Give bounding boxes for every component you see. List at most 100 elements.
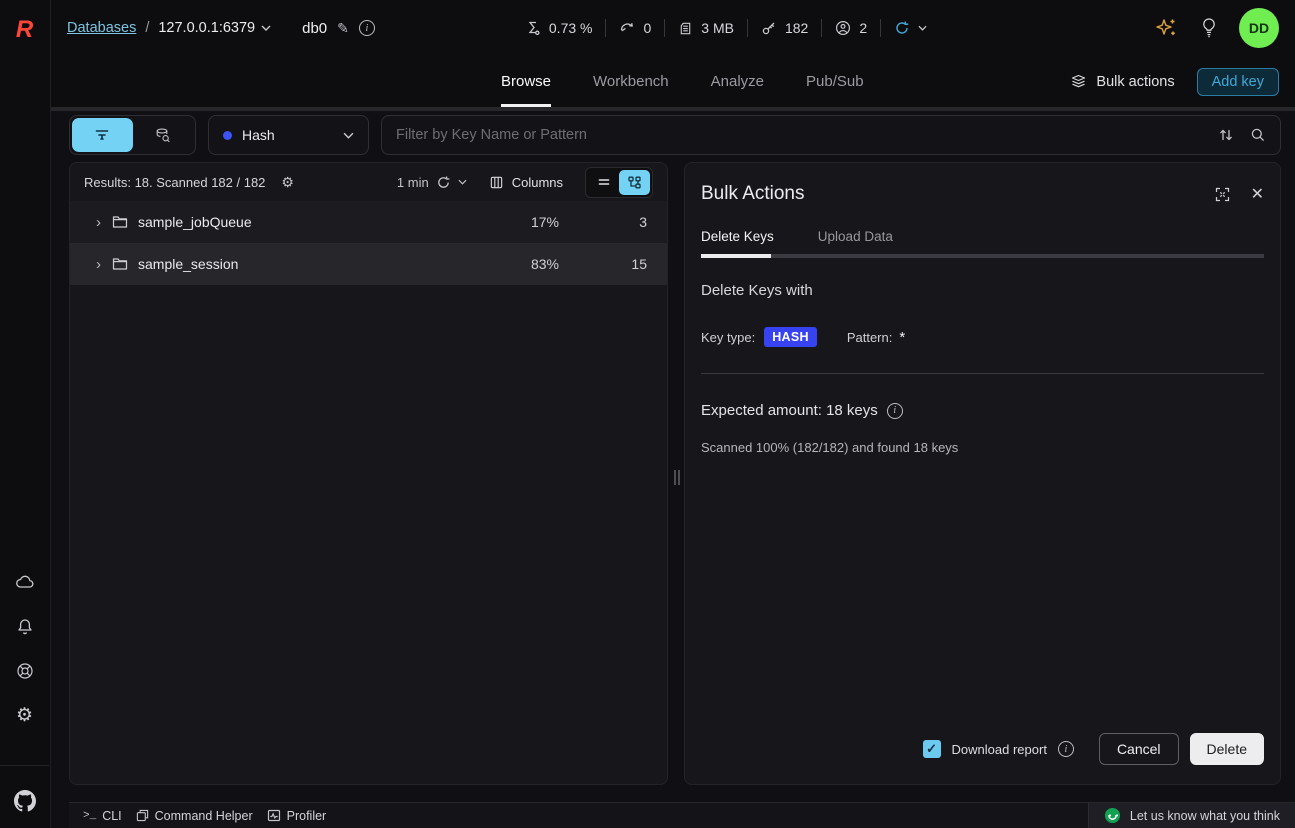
breadcrumb: Databases / 127.0.0.1:6379 db0 ✎ i [67, 20, 375, 37]
cloud-icon[interactable] [14, 572, 36, 594]
memory-icon [678, 21, 693, 36]
feedback-link[interactable]: Let us know what you think [1088, 803, 1295, 828]
chevron-down-icon [458, 179, 467, 185]
search-mode-toggle [69, 115, 196, 155]
download-report-info-icon[interactable]: i [1058, 741, 1074, 757]
settings-gear-icon[interactable]: ⚙ [14, 704, 36, 726]
tab-analyze[interactable]: Analyze [711, 56, 764, 107]
filter-bar: Hash [69, 115, 1281, 155]
profiler-button[interactable]: Profiler [267, 809, 327, 823]
key-type-selected: Hash [242, 127, 275, 143]
cli-button[interactable]: >_ CLI [83, 809, 122, 823]
tab-pubsub[interactable]: Pub/Sub [806, 56, 864, 107]
scan-settings-gear-icon[interactable]: ⚙ [281, 174, 294, 191]
tab-upload-data[interactable]: Upload Data [818, 229, 893, 244]
db-info-icon[interactable]: i [359, 20, 375, 36]
nav-tab-bar: Browse Workbench Analyze Pub/Sub Bulk ac… [51, 56, 1295, 111]
pattern-label: Pattern: [847, 330, 893, 345]
list-view-icon [597, 175, 611, 189]
panel-resize-handle[interactable] [673, 467, 681, 487]
close-icon[interactable]: ✕ [1251, 184, 1264, 204]
user-icon [835, 20, 851, 36]
download-report-checkbox[interactable]: ✓ [923, 740, 941, 758]
delete-button[interactable]: Delete [1190, 733, 1264, 765]
key-namespace-count: 3 [617, 214, 647, 230]
clients-stat: 2 [835, 20, 867, 36]
refresh-stats[interactable] [894, 20, 927, 36]
key-list-panel: Results: 18. Scanned 182 / 182 ⚙ 1 min C… [69, 162, 668, 785]
key-namespace-name: sample_session [138, 256, 238, 272]
command-helper-icon [136, 809, 149, 822]
key-search-box [381, 115, 1281, 155]
tab-delete-keys[interactable]: Delete Keys [701, 229, 774, 244]
cpu-stat: 0.73 % [525, 20, 593, 36]
db-stats: 0.73 % 0 3 MB 182 2 [525, 19, 927, 37]
commands-stat: 0 [619, 20, 651, 36]
rail-divider [0, 765, 49, 766]
command-helper-button[interactable]: Command Helper [136, 809, 253, 823]
keys-stat: 182 [761, 20, 808, 36]
copilot-sparkles-icon[interactable] [1153, 15, 1179, 41]
last-refresh-time: 1 min [397, 175, 429, 190]
insights-lightbulb-icon[interactable] [1199, 17, 1219, 39]
chevron-down-icon [343, 132, 354, 139]
key-tree-row[interactable]: › sample_jobQueue 17% 3 [70, 201, 667, 243]
folder-icon [112, 257, 128, 271]
github-icon[interactable] [0, 790, 49, 812]
browse-main: Hash Results: 18. Scanned 182 / 182 ⚙ 1 … [51, 111, 1295, 828]
delete-keys-with-heading: Delete Keys with [701, 282, 1264, 299]
scanned-summary-text: Scanned 100% (182/182) and found 18 keys [701, 440, 1264, 455]
expected-amount-text: Expected amount: 18 keys [701, 402, 878, 419]
add-key-button[interactable]: Add key [1197, 68, 1279, 96]
chevron-down-icon [918, 25, 927, 31]
folder-icon [112, 215, 128, 229]
help-lifebuoy-icon[interactable] [14, 660, 36, 682]
key-namespace-name: sample_jobQueue [138, 214, 252, 230]
cpu-icon [525, 20, 541, 36]
edit-pencil-icon[interactable]: ✎ [337, 20, 349, 37]
chevron-right-icon[interactable]: › [96, 214, 110, 231]
search-by-values-button[interactable] [133, 118, 194, 152]
redisinsight-app: R ⚙ Databases / 127.0.0.1:6379 [0, 0, 1295, 828]
tree-view-button[interactable] [619, 170, 650, 195]
user-avatar[interactable]: DD [1239, 8, 1279, 48]
instance-selector[interactable]: 127.0.0.1:6379 [158, 20, 271, 36]
sort-icon[interactable] [1218, 127, 1234, 143]
key-tree-row[interactable]: › sample_session 83% 15 [70, 243, 667, 285]
tab-workbench[interactable]: Workbench [593, 56, 669, 107]
profiler-icon [267, 809, 281, 822]
key-type-select[interactable]: Hash [208, 115, 369, 155]
filter-by-pattern-button[interactable] [72, 118, 133, 152]
db-search-icon [154, 127, 171, 144]
bulk-actions-title: Bulk Actions [701, 183, 805, 205]
chevron-right-icon[interactable]: › [96, 256, 110, 273]
search-icon[interactable] [1250, 127, 1266, 143]
list-view-button[interactable] [588, 170, 619, 195]
key-search-input[interactable] [396, 127, 1202, 143]
redis-logo-icon[interactable]: R [0, 16, 49, 44]
expected-info-icon[interactable]: i [887, 403, 903, 419]
auto-refresh-control[interactable]: 1 min [397, 175, 467, 190]
fullscreen-expand-icon[interactable] [1214, 186, 1231, 203]
breadcrumb-separator: / [145, 20, 149, 36]
key-namespace-count: 15 [617, 256, 647, 272]
download-report-label: Download report [952, 742, 1047, 757]
columns-icon [489, 175, 504, 190]
bulk-actions-button[interactable]: Bulk actions [1070, 73, 1174, 90]
tab-browse[interactable]: Browse [501, 56, 551, 107]
columns-button[interactable]: Columns [489, 175, 563, 190]
bulk-tab-underline-bar [701, 254, 1264, 258]
left-rail: R ⚙ [0, 0, 51, 828]
key-list-header: Results: 18. Scanned 182 / 182 ⚙ 1 min C… [70, 163, 667, 201]
cli-prompt-icon: >_ [83, 810, 96, 822]
cancel-button[interactable]: Cancel [1099, 733, 1179, 765]
hash-type-dot [223, 131, 232, 140]
divider [701, 373, 1264, 374]
bulk-actions-panel: Bulk Actions ✕ Delete Keys Upload Data D… [684, 162, 1281, 785]
breadcrumb-databases-link[interactable]: Databases [67, 20, 136, 36]
notifications-bell-icon[interactable] [14, 616, 36, 638]
chevron-down-icon [261, 25, 271, 31]
bottom-tool-bar: >_ CLI Command Helper Profiler Let us kn… [69, 802, 1295, 828]
refresh-icon [436, 175, 451, 190]
key-namespace-percent: 83% [509, 256, 559, 272]
